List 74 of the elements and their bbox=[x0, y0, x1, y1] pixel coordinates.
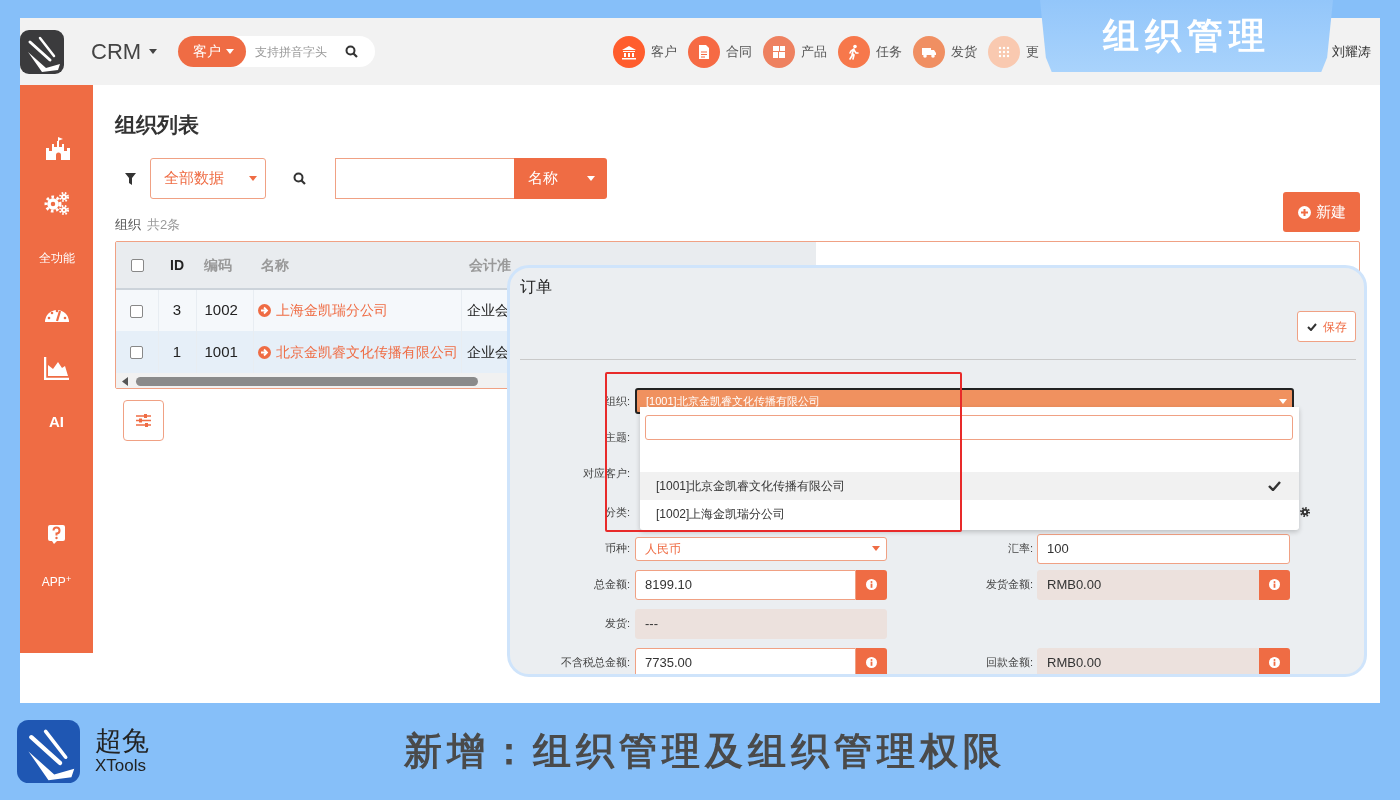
search-icon[interactable] bbox=[345, 45, 359, 58]
caret-icon bbox=[872, 546, 880, 551]
logo-icon bbox=[17, 720, 80, 783]
dropdown-option[interactable]: [1002]上海金凯瑞分公司 bbox=[640, 500, 1299, 528]
shortcut-link[interactable]: 客户 bbox=[613, 35, 680, 68]
field-label: 总金额: bbox=[592, 577, 631, 593]
headline: 新增：组织管理及组织管理权限 bbox=[404, 729, 1006, 774]
info-icon bbox=[1269, 657, 1280, 668]
gear-icon[interactable] bbox=[1300, 507, 1310, 517]
brand-name: XTools bbox=[95, 757, 148, 776]
gears-icon[interactable] bbox=[44, 190, 69, 215]
caret-icon bbox=[226, 49, 235, 54]
readonly-field: RMB0.00 bbox=[1037, 647, 1259, 674]
filter-icon bbox=[125, 172, 136, 185]
input-field[interactable]: 7735.00 bbox=[635, 647, 856, 674]
shortcut-link[interactable]: 合同 bbox=[688, 35, 755, 68]
area-chart-icon[interactable] bbox=[43, 355, 70, 380]
field-label: 发货: bbox=[603, 616, 631, 632]
shortcut-link[interactable]: 任务 bbox=[838, 35, 905, 68]
check-icon bbox=[1306, 322, 1317, 331]
column-settings-button[interactable] bbox=[123, 400, 164, 441]
page-title: 组织列表 bbox=[115, 113, 200, 137]
field-label: 发货金额: bbox=[984, 577, 1034, 593]
logo-icon bbox=[20, 29, 64, 74]
app-menu[interactable]: CRM bbox=[91, 35, 158, 68]
checkbox[interactable] bbox=[130, 259, 144, 273]
info-icon bbox=[866, 579, 877, 590]
shortcut-link[interactable]: 产品 bbox=[763, 35, 830, 68]
field-label: 币种: bbox=[603, 541, 631, 557]
input-field[interactable]: 100 bbox=[1037, 533, 1290, 564]
table-cell: 1001 bbox=[196, 331, 253, 373]
dropdown-search-field[interactable] bbox=[645, 415, 1293, 440]
brand-name: 超兔 bbox=[95, 727, 149, 757]
table-cell: 1 bbox=[158, 331, 196, 373]
help-icon[interactable] bbox=[47, 524, 66, 545]
checkbox[interactable] bbox=[130, 304, 144, 318]
search-icon bbox=[293, 172, 306, 185]
arrow-circle-icon bbox=[257, 345, 271, 359]
readonly-field: --- bbox=[635, 608, 887, 639]
search-field[interactable] bbox=[335, 158, 514, 199]
column-header: ID bbox=[158, 242, 196, 289]
caret-icon bbox=[1279, 398, 1287, 404]
info-button[interactable] bbox=[856, 569, 887, 600]
bank-icon bbox=[621, 43, 638, 60]
checkbox[interactable] bbox=[130, 346, 144, 360]
grid-icon bbox=[771, 43, 788, 60]
column-header: 编码 bbox=[196, 242, 253, 289]
caret-icon bbox=[587, 176, 595, 181]
dropdown-option[interactable]: [1001]北京金凯睿文化传播有限公司 bbox=[640, 472, 1299, 500]
table-cell: 3 bbox=[158, 289, 196, 331]
table-cell: 1002 bbox=[196, 289, 253, 331]
record-count: 组织 共2条 bbox=[115, 215, 181, 234]
castle-icon[interactable] bbox=[43, 135, 70, 160]
user-name[interactable]: 刘耀涛 bbox=[1332, 41, 1371, 62]
column-header: 名称 bbox=[253, 242, 461, 289]
readonly-field: RMB0.00 bbox=[1037, 569, 1259, 600]
field-label: 回款金额: bbox=[984, 655, 1034, 671]
shortcut-link[interactable]: 发货 bbox=[913, 35, 980, 68]
arrow-circle-icon bbox=[257, 304, 271, 317]
check-icon bbox=[1268, 481, 1281, 491]
field-label: 不含税总金额: bbox=[559, 655, 631, 671]
plus-circle-icon bbox=[1297, 205, 1311, 219]
input-field[interactable]: 8199.10 bbox=[635, 569, 856, 600]
info-button[interactable] bbox=[1259, 569, 1290, 600]
field-label: 汇率: bbox=[1006, 541, 1034, 557]
info-button[interactable] bbox=[1259, 647, 1290, 674]
scrollbar-thumb[interactable] bbox=[136, 376, 478, 386]
info-icon bbox=[1269, 579, 1280, 590]
scroll-left-icon[interactable] bbox=[122, 376, 128, 386]
info-icon bbox=[866, 657, 877, 668]
sliders-icon bbox=[136, 414, 151, 427]
info-button[interactable] bbox=[856, 647, 887, 674]
caret-icon bbox=[149, 49, 158, 54]
caret-icon bbox=[249, 176, 257, 181]
